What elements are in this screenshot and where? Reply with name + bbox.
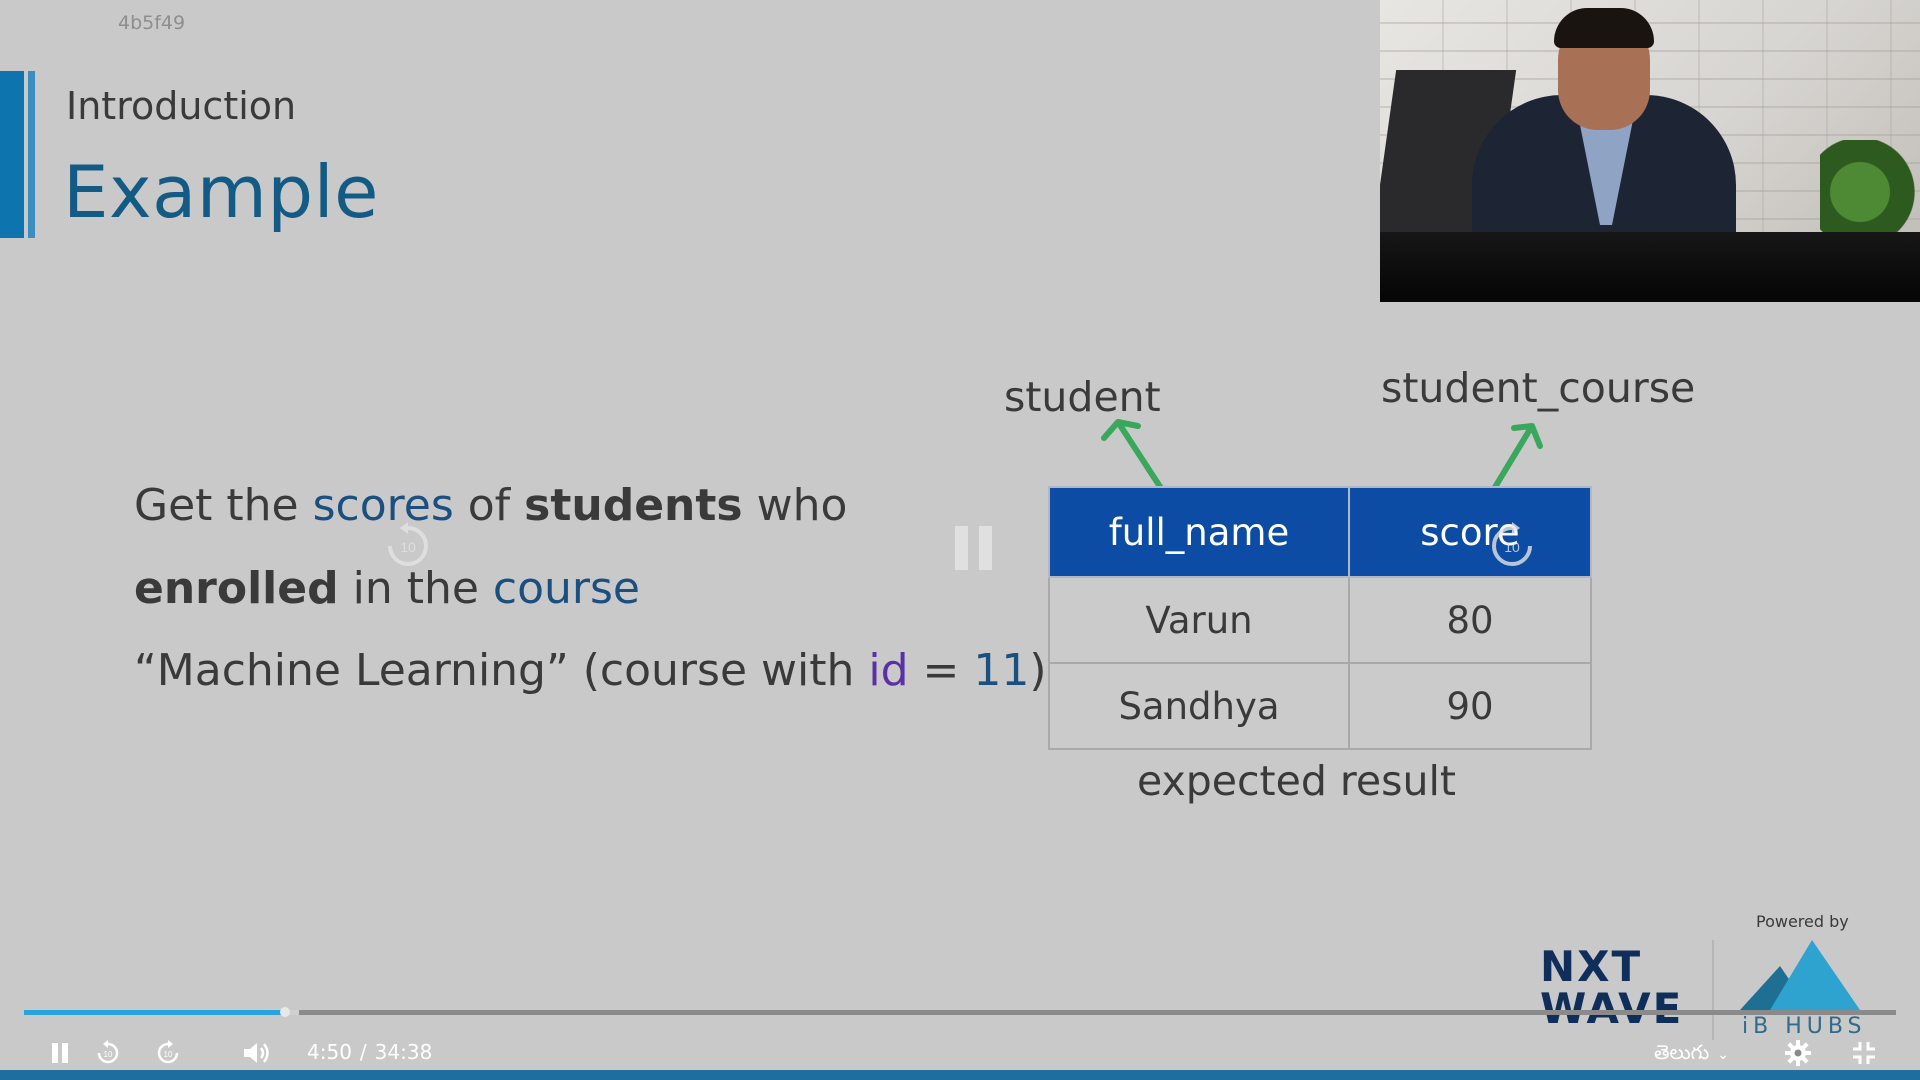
source-table-student-course: student_course [1381, 364, 1696, 412]
question-line-1: Get the scores of students who [134, 480, 847, 531]
question-text: Get the [134, 480, 313, 531]
svg-text:10: 10 [164, 1050, 173, 1059]
nxtwave-logo-line1: NXT [1540, 942, 1643, 991]
language-label: తెలుగు [1654, 1040, 1710, 1064]
forward-10-button[interactable]: 10 [152, 1036, 184, 1070]
question-line-3: “Machine Learning” (course with id = 11) [134, 645, 1047, 696]
progress-played [24, 1010, 286, 1015]
rewind-10-icon: 10 [97, 1040, 119, 1064]
time-display: 4:50 / 34:38 [307, 1040, 432, 1064]
slide-section: Introduction [66, 84, 297, 128]
table-caption: expected result [1137, 757, 1456, 805]
keyword-course: course [492, 563, 640, 614]
question-text: ) [1029, 645, 1047, 696]
keyword-students: students [524, 480, 743, 531]
svg-text:10: 10 [104, 1050, 113, 1059]
progress-bar[interactable] [24, 1007, 1896, 1017]
column-header-full-name: full_name [1048, 486, 1350, 578]
keyword-id: id [868, 645, 909, 696]
volume-icon [244, 1043, 269, 1063]
presenter-hair [1554, 8, 1654, 48]
table-cell: 80 [1348, 576, 1592, 664]
table-row: Varun 80 [1048, 576, 1592, 664]
svg-text:10: 10 [400, 539, 416, 555]
question-text: who [742, 480, 848, 531]
keyword-id-value: 11 [973, 645, 1030, 696]
overlay-forward-10-icon[interactable]: 10 [1486, 520, 1538, 572]
current-time: 4:50 [307, 1040, 352, 1064]
question-text: = [908, 645, 974, 696]
center-pause-icon[interactable] [955, 526, 993, 570]
slide-title: Example [63, 150, 379, 234]
table-cell: Sandhya [1048, 662, 1350, 750]
exit-fullscreen-button[interactable] [1848, 1036, 1880, 1070]
column-header-score: score [1348, 486, 1592, 578]
pause-button[interactable] [48, 1036, 72, 1070]
exit-fullscreen-icon [1853, 1042, 1875, 1064]
video-stage[interactable]: 4b5f49 Introduction Example Get the scor… [0, 0, 1920, 1080]
video-id-label: 4b5f49 [118, 12, 186, 34]
table-cell: 90 [1348, 662, 1592, 750]
volume-button[interactable] [240, 1036, 272, 1070]
forward-10-icon: 10 [157, 1040, 179, 1064]
keyword-enrolled: enrolled [134, 563, 339, 614]
nxtwave-logo-line2: WAVE [1540, 984, 1684, 1033]
progress-handle[interactable] [280, 1007, 291, 1017]
presenter-webcam [1380, 0, 1920, 302]
nxtwave-logo: NXT WAVE [1540, 946, 1683, 1030]
rewind-10-button[interactable]: 10 [92, 1036, 124, 1070]
duration: 34:38 [374, 1040, 433, 1064]
gear-icon [1785, 1040, 1811, 1066]
title-accent-bar [0, 71, 24, 238]
settings-button[interactable] [1782, 1036, 1814, 1070]
table-cell: Varun [1048, 576, 1350, 664]
question-text: “Machine Learning” (course with [134, 645, 869, 696]
bottom-accent-strip [0, 1070, 1920, 1080]
pause-icon [52, 1043, 58, 1063]
table-row: Sandhya 90 [1048, 662, 1592, 750]
svg-text:10: 10 [1504, 539, 1520, 555]
powered-by-label: Powered by [1756, 912, 1849, 931]
brand-divider [1712, 940, 1714, 1040]
language-selector[interactable]: తెలుగు ⌄ [1654, 1040, 1729, 1069]
title-accent-bar-thin [28, 71, 35, 238]
overlay-rewind-10-icon[interactable]: 10 [382, 520, 434, 572]
question-text: of [453, 480, 525, 531]
ibhubs-logo-icon [1740, 940, 1860, 1010]
chevron-down-icon: ⌄ [1717, 1047, 1729, 1063]
webcam-desk [1380, 232, 1920, 302]
time-separator: / [359, 1040, 367, 1064]
